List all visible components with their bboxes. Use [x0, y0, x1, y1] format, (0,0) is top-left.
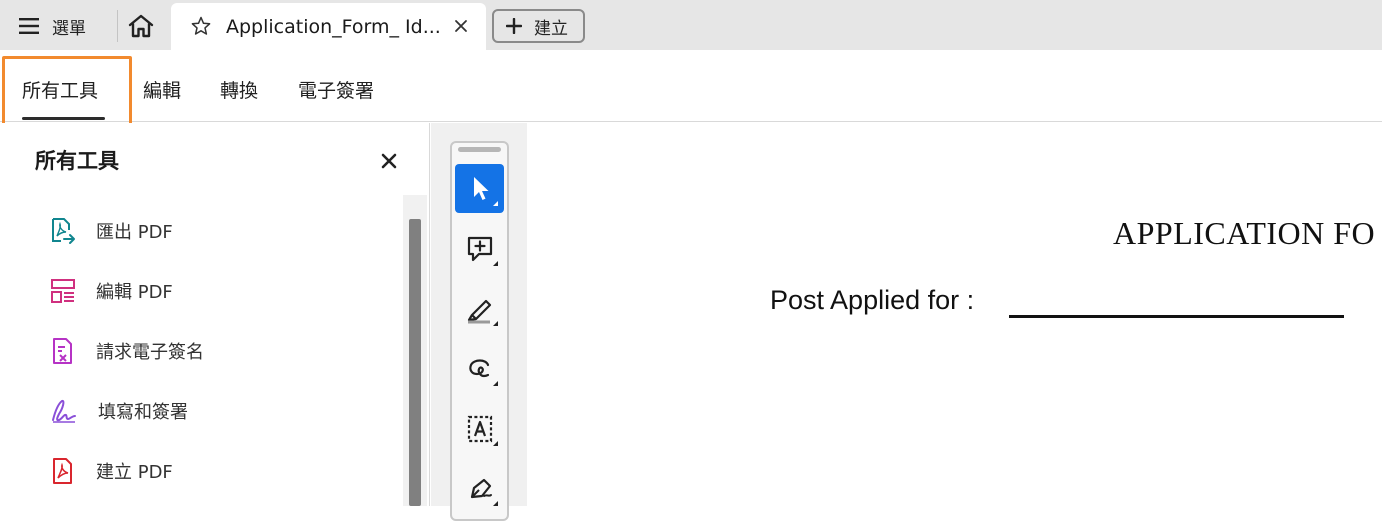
- select-tool-button[interactable]: [455, 164, 504, 213]
- edit-pdf-icon: [51, 279, 75, 303]
- panel-title: 所有工具: [35, 149, 119, 173]
- post-applied-field-line[interactable]: [1009, 315, 1344, 318]
- tool-create-pdf[interactable]: 建立 PDF: [50, 455, 173, 487]
- tool-edit-pdf[interactable]: 編輯 PDF: [50, 275, 173, 307]
- draw-tool-button[interactable]: [455, 344, 504, 393]
- plus-icon: [506, 18, 522, 34]
- post-applied-label: Post Applied for :: [770, 285, 975, 315]
- document-canvas[interactable]: APPLICATION FO Post Applied for :: [527, 123, 1382, 506]
- quick-tools-rail: [450, 141, 509, 521]
- menu-label: 選單: [52, 18, 86, 39]
- tab-edit[interactable]: 編輯: [143, 76, 181, 103]
- app-tab-bar: 選單 Application_Form_ Id... 建立: [0, 0, 1382, 50]
- rail-drag-handle[interactable]: [458, 147, 501, 152]
- tab-divider: [117, 10, 118, 42]
- fill-sign-icon: [52, 399, 76, 423]
- highlight-pen-icon: [467, 299, 498, 326]
- select-cursor-icon: [473, 176, 498, 206]
- hamburger-menu-icon: [19, 18, 39, 34]
- tab-convert[interactable]: 轉換: [220, 76, 258, 103]
- export-pdf-icon: [52, 218, 75, 244]
- text-recognition-button[interactable]: [455, 404, 504, 453]
- tool-label: 編輯 PDF: [96, 282, 173, 303]
- home-button[interactable]: [126, 12, 156, 40]
- tab-e-sign[interactable]: 電子簽署: [298, 76, 374, 103]
- menu-button[interactable]: 選單: [18, 12, 86, 40]
- tool-label: 請求電子簽名: [96, 342, 204, 363]
- create-pdf-icon: [53, 458, 72, 484]
- star-icon[interactable]: [191, 16, 211, 36]
- create-button[interactable]: 建立: [492, 9, 585, 43]
- sign-pen-icon: [470, 478, 498, 506]
- add-comment-icon: [467, 236, 498, 266]
- tool-tabs-bar: 所有工具 編輯 轉換 電子簽署: [0, 50, 1382, 122]
- freehand-draw-icon: [468, 358, 498, 386]
- tool-export-pdf[interactable]: 匯出 PDF: [50, 215, 173, 247]
- home-icon: [128, 14, 154, 38]
- tool-fill-sign[interactable]: 填寫和簽署: [50, 395, 188, 427]
- text-recognition-icon: [467, 415, 498, 446]
- tool-label: 建立 PDF: [96, 462, 173, 483]
- highlight-tool-button[interactable]: [455, 284, 504, 333]
- tool-label: 匯出 PDF: [96, 222, 173, 243]
- add-comment-button[interactable]: [455, 224, 504, 273]
- create-label: 建立: [534, 18, 568, 39]
- document-tab-title: Application_Form_ Id...: [226, 16, 441, 38]
- all-tools-panel: 所有工具 匯出 PDF 編輯 PDF 請求電子簽名 填寫和簽署 建立 PDF: [0, 123, 430, 506]
- tool-label: 填寫和簽署: [98, 402, 188, 423]
- close-panel-icon[interactable]: [380, 152, 398, 170]
- panel-scrollbar-thumb[interactable]: [409, 219, 421, 506]
- request-esign-icon: [53, 338, 72, 364]
- document-heading: APPLICATION FO: [1113, 215, 1376, 251]
- tool-request-esign[interactable]: 請求電子簽名: [50, 335, 204, 367]
- document-tab[interactable]: Application_Form_ Id...: [171, 3, 486, 50]
- close-tab-icon[interactable]: [454, 19, 468, 33]
